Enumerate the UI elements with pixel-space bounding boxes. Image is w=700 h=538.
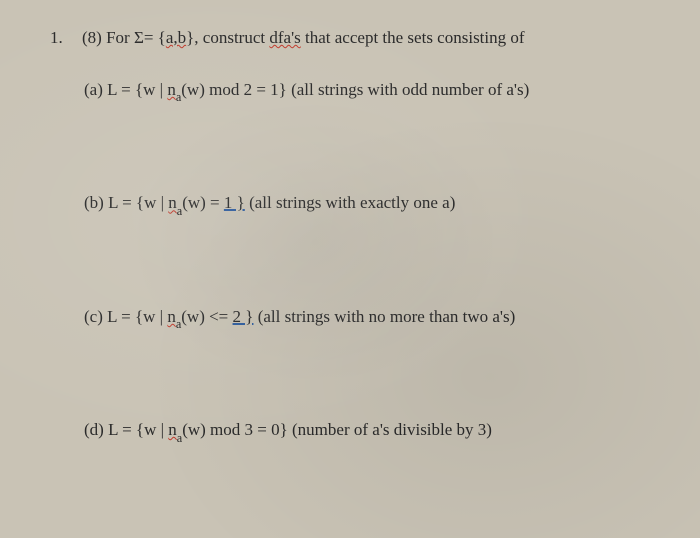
part-c-suffix: (all strings with no more than two a's) — [253, 307, 515, 326]
part-d-label: (d) L = {w | — [84, 420, 168, 439]
part-b-suffix: (all strings with exactly one a) — [245, 193, 456, 212]
dfas-word: dfa's — [269, 28, 300, 47]
part-b-mid: (w) = — [182, 193, 224, 212]
part-a-label: (a) L = {w | — [84, 80, 167, 99]
part-c-mid: (w) <= — [181, 307, 232, 326]
part-c-label: (c) L = {w | — [84, 307, 167, 326]
part-d: (d) L = {w | na(w) mod 3 = 0} (number of… — [84, 420, 660, 443]
points-label: (8) — [82, 28, 102, 47]
question-mid: }, construct — [186, 28, 269, 47]
part-a-mid: (w) mod 2 = 1} (all strings with odd num… — [181, 80, 529, 99]
na-symbol: na — [167, 307, 181, 326]
part-b: (b) L = {w | na(w) = 1 } (all strings wi… — [84, 193, 660, 216]
question-suffix: that accept the sets consisting of — [301, 28, 525, 47]
na-symbol: na — [167, 80, 181, 99]
question-prefix: For Σ= { — [106, 28, 166, 47]
part-a: (a) L = {w | na(w) mod 2 = 1} (all strin… — [84, 80, 660, 103]
question-text: (8) For Σ= {a,b}, construct dfa's that a… — [82, 28, 525, 48]
na-symbol: na — [168, 420, 182, 439]
question-header: 1. (8) For Σ= {a,b}, construct dfa's tha… — [50, 28, 660, 48]
part-b-value: 1 } — [224, 193, 245, 212]
sigma-set: a,b — [166, 28, 186, 47]
part-c-value: 2 } — [233, 307, 254, 326]
question-number: 1. — [50, 28, 68, 48]
part-c: (c) L = {w | na(w) <= 2 } (all strings w… — [84, 307, 660, 330]
part-b-label: (b) L = {w | — [84, 193, 168, 212]
na-symbol: na — [168, 193, 182, 212]
part-d-mid: (w) mod 3 = 0} (number of a's divisible … — [182, 420, 492, 439]
